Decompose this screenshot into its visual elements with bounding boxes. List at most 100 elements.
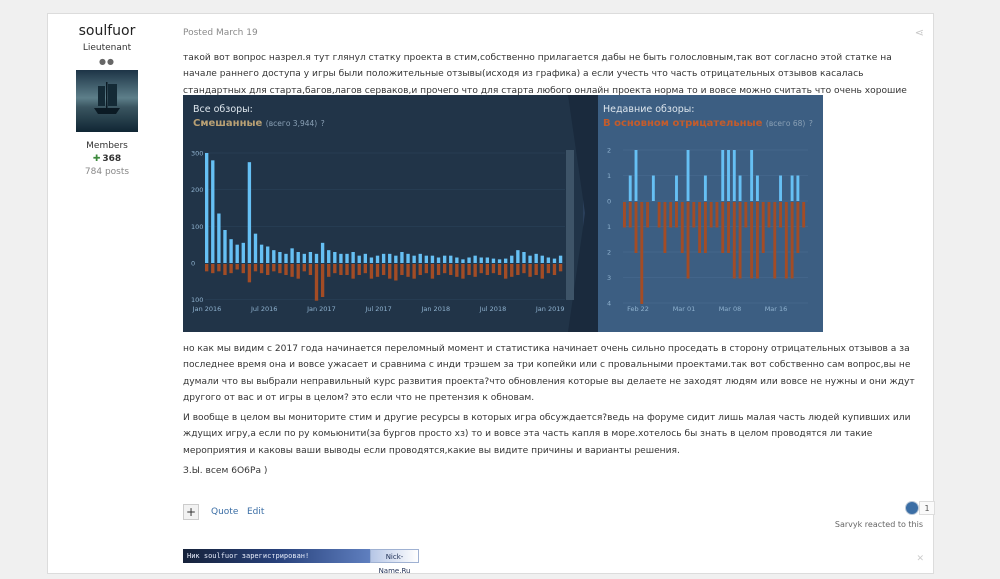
negative-bar [750,202,754,279]
plus-circle-icon: ✚ [92,154,101,164]
positive-bar [290,248,294,263]
y-tick-label: 2 [607,249,611,257]
positive-bar [779,175,782,201]
signature-text: Ник soulfuor зарегистрирован! [183,549,370,563]
positive-bar [552,258,557,263]
negative-bar [272,264,276,272]
negative-bar [479,264,483,274]
positive-bar [357,255,361,263]
positive-bar [211,160,215,263]
positive-bar [223,230,227,263]
negative-bar [796,202,800,253]
negative-bar [455,264,459,277]
reaction-summary[interactable]: Sarvyk reacted to this [835,520,923,529]
y-tick-label: 4 [607,300,611,308]
negative-bar [634,202,638,253]
negative-bar [767,202,771,228]
author-group: Members [86,141,128,151]
negative-bar [528,264,532,277]
positive-bar [738,175,742,201]
positive-bar [327,250,331,263]
negative-bar [761,202,765,253]
x-tick-label: Jul 2016 [250,305,277,313]
positive-bar [473,255,477,263]
post-paragraph: но как мы видим с 2017 года начинается п… [183,344,915,404]
post-paragraph: И вообще в целом вы мониторите стим и др… [183,413,911,456]
positive-bar [229,239,233,263]
negative-bar [327,264,331,277]
positive-bar [634,150,638,201]
negative-bar [497,264,502,275]
negative-bar [424,264,429,274]
x-tick-label: Mar 01 [673,305,696,313]
all-reviews-rating: Смешанные (всего 3,944) ? [193,118,325,129]
negative-bar [381,264,386,275]
multiquote-button[interactable]: + [183,504,199,520]
positive-bar [750,150,754,201]
negative-bar [784,202,788,279]
like-heart-icon[interactable] [905,501,919,515]
review-chart: 3002001000100Jan 2016 Jul 2016 Jan 2017 Jul… [191,95,808,332]
y-tick-label: 300 [191,150,203,158]
post-date[interactable]: Posted March 19 [183,28,258,38]
negative-bar [345,264,349,275]
y-tick-label: 100 [191,296,203,304]
negative-bar [755,202,759,279]
negative-bar [721,202,725,253]
negative-bar [703,202,707,253]
help-icon[interactable]: ? [809,119,813,128]
share-icon[interactable]: ⋖ [915,26,924,39]
reputation-value: 368 [102,154,122,164]
positive-bar [430,255,435,263]
positive-bar [790,175,794,201]
positive-bar [235,244,239,263]
positive-bar [485,257,490,263]
negative-bar [266,264,270,275]
positive-bar [400,252,404,263]
positive-bar [253,233,258,263]
negative-bar [461,264,465,279]
x-tick-label: Mar 08 [719,305,742,313]
reputation-badge: ✚ 368 [48,154,166,164]
positive-bar [540,255,544,263]
positive-bar [449,255,453,263]
positive-bar [727,150,730,201]
reaction-count[interactable]: 1 [919,501,935,515]
negative-bar [339,264,343,275]
negative-bar [738,202,742,279]
positive-bar [436,257,441,263]
positive-bar [266,246,270,263]
negative-bar [698,202,702,253]
signature-site: Nick-Name.Ru [370,549,419,575]
negative-bar [773,202,777,279]
close-signature-icon[interactable]: ✕ [916,554,924,564]
signature-banner[interactable]: Ник soulfuor зарегистрирован! Nick-Name.… [183,549,419,575]
positive-bar [522,252,526,263]
negative-bar [546,264,551,274]
positive-bar [259,244,264,263]
negative-bar [388,264,392,279]
positive-bar [333,252,337,263]
all-reviews-title: Все обзоры: [193,104,253,115]
positive-bar [375,255,380,263]
positive-bar [675,175,678,201]
positive-bar [558,255,563,263]
quote-link[interactable]: Quote [211,507,238,517]
positive-bar [651,175,655,201]
positive-bar [467,257,471,263]
ship-icon [94,82,120,114]
negative-bar [669,202,673,228]
negative-bar [540,264,544,279]
avatar[interactable] [76,70,138,132]
help-icon[interactable]: ? [321,119,325,128]
positive-bar [369,257,374,263]
negative-bar [284,264,288,275]
negative-bar [732,202,736,279]
y-tick-label: 200 [191,186,203,194]
positive-bar [497,259,502,263]
edit-link[interactable]: Edit [247,507,264,517]
negative-bar [709,202,713,228]
y-tick-label: 2 [607,147,611,155]
author-name[interactable]: soulfuor [48,23,166,39]
positive-bar [491,258,496,263]
